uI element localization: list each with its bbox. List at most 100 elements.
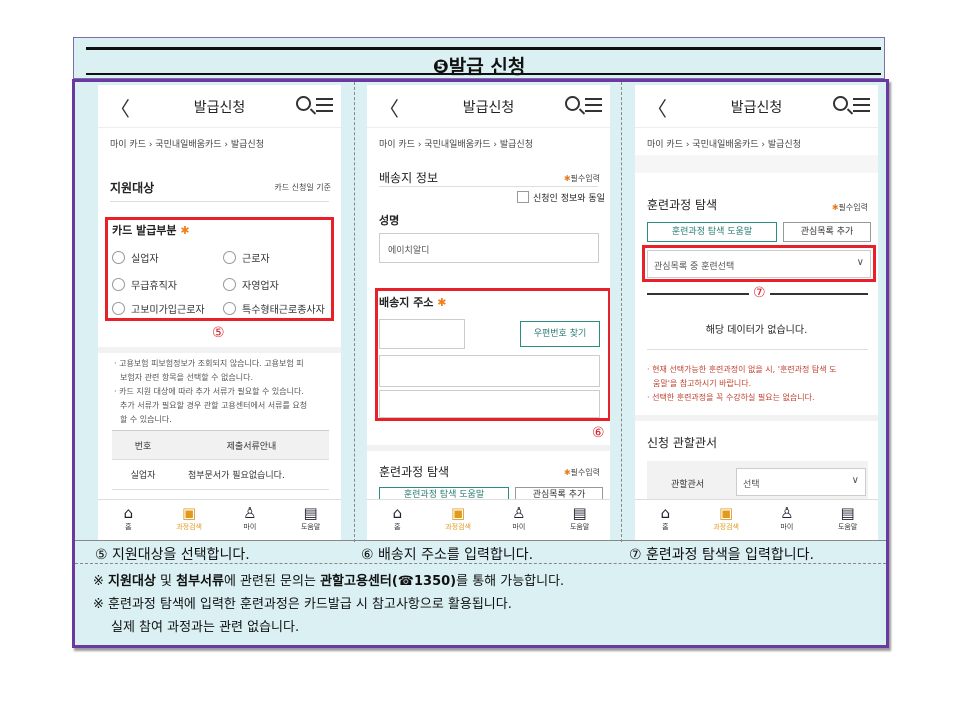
nav-home[interactable]: ⌂ 홈 bbox=[635, 500, 696, 541]
office-row: 관할관서 선택 ∨ bbox=[647, 461, 868, 503]
step-marker: ⑥ bbox=[592, 425, 605, 441]
document-table: 번호 제출서류안내 실업자 첨부문서가 필요없습니다. bbox=[112, 430, 329, 490]
divider bbox=[354, 82, 355, 542]
required-star: ✱ bbox=[831, 203, 839, 212]
nav-label: 마이 bbox=[243, 523, 257, 531]
nav-label: 도움말 bbox=[569, 523, 590, 531]
add-favorite-button[interactable]: 관심목록 추가 bbox=[783, 222, 871, 242]
nav-my[interactable]: ♙ 마이 bbox=[757, 500, 818, 541]
note-course-unrelated: 실제 참여 과정과는 관련 없습니다. bbox=[111, 620, 300, 635]
highlight-box bbox=[375, 288, 610, 421]
nav-label: 과정검색 bbox=[713, 523, 739, 531]
nav-help[interactable]: ▤ 도움말 bbox=[817, 500, 878, 541]
nav-help[interactable]: ▤ 도움말 bbox=[549, 500, 610, 541]
nav-label: 마이 bbox=[512, 523, 526, 531]
section-gap bbox=[635, 155, 878, 173]
office-section-title: 신청 관할관서 bbox=[647, 436, 718, 450]
caption-step-6: ⑥ 배송지 주소를 입력합니다. bbox=[361, 547, 534, 563]
note-mark: ※ bbox=[93, 574, 109, 589]
required-label: 필수입력 bbox=[570, 174, 600, 183]
book-icon: ▤ bbox=[303, 504, 318, 522]
note-text: 및 bbox=[155, 574, 177, 589]
note-line: · 고용보험 피보험정보가 조회되지 않습니다. 고용보험 피 bbox=[114, 359, 304, 368]
title-rule-bottom bbox=[86, 73, 881, 75]
nav-home[interactable]: ⌂ 홈 bbox=[367, 500, 428, 541]
menu-icon[interactable] bbox=[853, 98, 870, 112]
required-note: ✱필수입력 bbox=[564, 173, 600, 184]
search-icon[interactable] bbox=[833, 96, 848, 111]
required-note: ✱필수입력 bbox=[564, 467, 600, 478]
office-select[interactable]: 선택 ∨ bbox=[736, 468, 866, 496]
nav-help[interactable]: ▤ 도움말 bbox=[280, 500, 341, 541]
section-gap bbox=[98, 347, 341, 353]
title-rule-top bbox=[86, 47, 881, 50]
home-icon: ⌂ bbox=[123, 504, 134, 522]
empty-message: 해당 데이터가 없습니다. bbox=[705, 325, 808, 336]
nav-course-search[interactable]: ▣ 과정검색 bbox=[159, 500, 220, 541]
caption-step-5: ⑤ 지원대상을 선택합니다. bbox=[95, 547, 250, 563]
note-bold: 관할고용센터(☎1350) bbox=[320, 574, 457, 589]
highlight-box bbox=[105, 217, 334, 321]
list-divider bbox=[647, 349, 868, 350]
chevron-down-icon: ∨ bbox=[851, 475, 859, 486]
section-gap bbox=[635, 415, 878, 421]
name-input[interactable]: 에이치알디 bbox=[379, 233, 599, 263]
screen-delivery-address: 〈 발급신청 마이 카드 › 국민내일배움카드 › 발급신청 배송지 정보 ✱필… bbox=[367, 85, 610, 541]
nav-label: 도움말 bbox=[837, 523, 858, 531]
step-marker: ⑦ bbox=[749, 285, 770, 301]
note-line: 할 수 있습니다. bbox=[120, 415, 172, 424]
app-header: 〈 발급신청 bbox=[367, 85, 610, 127]
footer-notes: ※ 지원대상 및 첨부서류에 관련된 문의는 관할고용센터(☎1350)를 통해… bbox=[93, 570, 564, 639]
note-contact: ※ 지원대상 및 첨부서류에 관련된 문의는 관할고용센터(☎1350)를 통해… bbox=[93, 570, 564, 593]
office-label: 관할관서 bbox=[671, 480, 705, 490]
course-help-button[interactable]: 훈련과정 탐색 도움말 bbox=[647, 222, 777, 242]
menu-icon[interactable] bbox=[585, 98, 602, 112]
note-bold: 지원대상 bbox=[108, 574, 156, 589]
info-note: · 고용보험 피보험정보가 조회되지 않습니다. 고용보험 피 보험자 관련 항… bbox=[114, 357, 307, 427]
section-gap bbox=[367, 445, 610, 451]
same-info-checkbox[interactable] bbox=[517, 191, 529, 203]
section-title: 배송지 정보 bbox=[379, 171, 439, 185]
menu-icon[interactable] bbox=[316, 98, 333, 112]
book-icon: ▤ bbox=[840, 504, 855, 522]
required-label: 필수입력 bbox=[570, 468, 600, 477]
note-line: · 선택한 훈련과정을 꼭 수강하실 필요는 없습니다. bbox=[647, 393, 815, 402]
required-star: ✱ bbox=[563, 468, 571, 477]
note-line: · 카드 지원 대상에 따라 추가 서류가 필요할 수 있습니다. bbox=[114, 387, 304, 396]
person-icon: ♙ bbox=[243, 504, 257, 522]
search-icon[interactable] bbox=[565, 96, 580, 111]
course-search-icon: ▣ bbox=[451, 504, 466, 522]
app-header: 〈 발급신청 bbox=[635, 85, 878, 127]
nav-my[interactable]: ♙ 마이 bbox=[489, 500, 550, 541]
office-select-value: 선택 bbox=[743, 480, 760, 490]
nav-course-search[interactable]: ▣ 과정검색 bbox=[428, 500, 489, 541]
table-row: 실업자 첨부문서가 필요없습니다. bbox=[112, 460, 329, 490]
note-text: 를 통해 가능합니다. bbox=[456, 574, 565, 589]
note-line: 움말'을 참고하시기 바랍니다. bbox=[653, 379, 752, 388]
table-head-cell: 번호 bbox=[134, 441, 152, 452]
note-line: 보험자 관련 항목을 선택할 수 없습니다. bbox=[120, 373, 254, 382]
table-cell: 첨부문서가 필요없습니다. bbox=[188, 471, 285, 481]
main-box: 〈 발급신청 마이 카드 › 국민내일배움카드 › 발급신청 지원대상 카드 신… bbox=[72, 79, 889, 648]
breadcrumb: 마이 카드 › 국민내일배움카드 › 발급신청 bbox=[635, 127, 878, 155]
required-label: 필수입력 bbox=[838, 203, 868, 212]
nav-home[interactable]: ⌂ 홈 bbox=[98, 500, 159, 541]
app-header: 〈 발급신청 bbox=[98, 85, 341, 127]
section-note: 카드 신청일 기준 bbox=[274, 183, 331, 192]
caption-step-7: ⑦ 훈련과정 탐색을 입력합니다. bbox=[629, 547, 814, 563]
nav-course-search[interactable]: ▣ 과정검색 bbox=[696, 500, 757, 541]
nav-my[interactable]: ♙ 마이 bbox=[220, 500, 281, 541]
home-icon: ⌂ bbox=[660, 504, 671, 522]
section-title: 지원대상 bbox=[110, 181, 155, 195]
home-icon: ⌂ bbox=[392, 504, 403, 522]
required-star: ✱ bbox=[563, 174, 571, 183]
nav-label: 과정검색 bbox=[445, 523, 471, 531]
nav-label: 홈 bbox=[394, 523, 401, 531]
step-marker: ⑤ bbox=[212, 325, 225, 341]
course-section-title: 훈련과정 탐색 bbox=[379, 465, 450, 479]
info-note: · 현재 선택가능한 훈련과정이 없을 시, '훈련과정 탐색 도 움말'을 참… bbox=[647, 363, 837, 405]
name-label: 성명 bbox=[379, 214, 400, 227]
bottom-nav: ⌂ 홈 ▣ 과정검색 ♙ 마이 ▤ 도움말 bbox=[98, 499, 341, 541]
search-icon[interactable] bbox=[296, 96, 311, 111]
course-search-icon: ▣ bbox=[182, 504, 197, 522]
